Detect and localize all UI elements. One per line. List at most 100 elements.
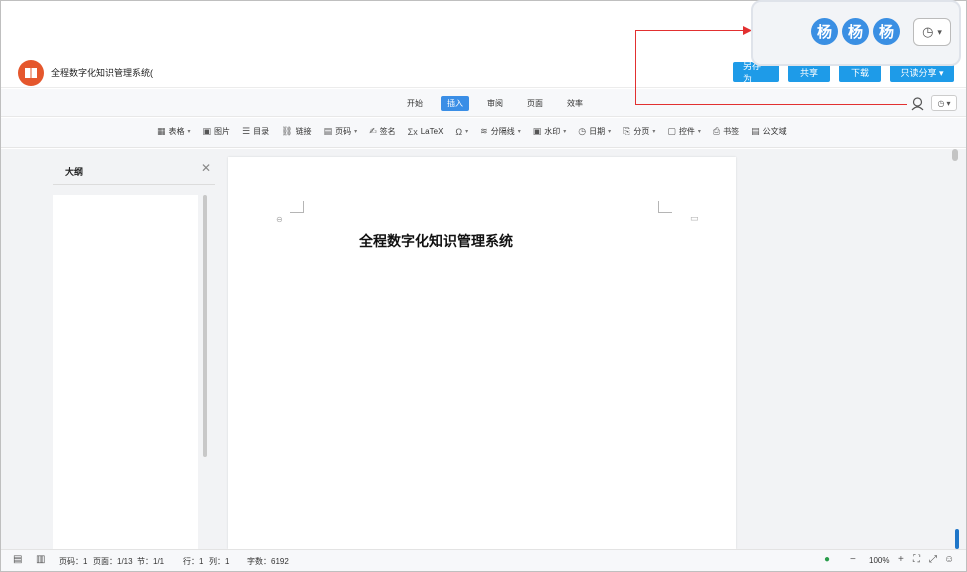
ribbon-tabs: 开始 插入 审阅 页面 效率 <box>401 96 589 111</box>
page-corner-mark <box>290 201 304 213</box>
signature-icon: ✍ <box>369 126 377 136</box>
toolbar-label: 签名 <box>379 127 396 136</box>
chevron-down-icon: ▾ <box>187 129 191 135</box>
toolbar-label: 日期 <box>589 127 606 136</box>
document-heading[interactable]: 全程数字化知识管理系统 <box>228 231 644 251</box>
page-break-icon: ⎘ <box>623 126 631 136</box>
fullscreen-icon[interactable]: ⤢ <box>929 554 937 565</box>
insert-toolbar: ▦ 表格 ▾ ▣ 图片 ☰ 目录 ⛓ 链接 ▤ 页码 ▾ ✍ 签名 Σx LaTeX Ω ▾ ≋ 分隔线 ▾ ▣ 水印 ▾ ◷ 日… <box>1 118 966 148</box>
zoom-callout: 杨 杨 杨 ◷ ▾ <box>751 0 961 66</box>
document-field-icon: ▤ <box>751 126 760 136</box>
toolbar-signature-button[interactable]: ✍ 签名 <box>369 126 396 137</box>
drag-handle-icon[interactable]: ⊖ <box>276 215 283 224</box>
document-scrollbar[interactable] <box>952 149 958 161</box>
chevron-down-icon: ▾ <box>946 98 951 108</box>
toolbar-label: 书签 <box>723 127 740 136</box>
sync-status-icon[interactable]: ● <box>824 554 830 565</box>
toolbar-bookmark-button[interactable]: ⎙ 书签 <box>713 126 739 137</box>
book-icon <box>25 68 37 78</box>
page-corner-mark <box>658 201 672 213</box>
status-word-count: 字数：6192 <box>247 557 289 566</box>
chevron-down-icon: ▾ <box>608 129 612 135</box>
toolbar-label: 页码 <box>335 127 352 136</box>
zoom-level[interactable]: 100% <box>869 556 889 565</box>
help-icon[interactable]: ☺ <box>944 554 954 565</box>
toolbar-link-button[interactable]: ⛓ 链接 <box>281 126 311 137</box>
bookmark-icon: ⎙ <box>712 126 721 136</box>
toolbar-page-break-button[interactable]: ⎘ 分页 ▾ <box>623 126 655 137</box>
toolbar-items: ▦ 表格 ▾ ▣ 图片 ☰ 目录 ⛓ 链接 ▤ 页码 ▾ ✍ 签名 Σx LaTeX Ω ▾ ≋ 分隔线 ▾ ▣ 水印 ▾ ◷ 日… <box>157 126 787 137</box>
pointer-line <box>635 104 907 105</box>
toolbar-label: 目录 <box>253 127 270 136</box>
toolbar-label: 链接 <box>295 127 312 136</box>
collaborators-icon[interactable] <box>910 96 925 111</box>
history-dropdown-small[interactable]: ◷ ▾ <box>931 95 957 111</box>
outline-panel: 大纲 ✕ <box>53 155 215 549</box>
menu-bar: 开始 插入 审阅 页面 效率 ◷ ▾ <box>1 89 966 117</box>
fit-page-icon[interactable]: ⛶ <box>913 554 920 565</box>
tab-insert[interactable]: 插入 <box>441 96 469 111</box>
toolbar-document-field-button[interactable]: ▤ 公文域 <box>751 126 787 137</box>
chevron-down-icon: ▾ <box>465 129 469 135</box>
status-row: 行：1 <box>183 557 204 566</box>
toolbar-date-button[interactable]: ◷ 日期 ▾ <box>578 126 611 137</box>
status-section: 节：1/1 <box>137 557 165 566</box>
toolbar-table-button[interactable]: ▦ 表格 ▾ <box>157 126 191 137</box>
zoom-in-icon[interactable]: + <box>898 554 904 565</box>
outline-scrollbar[interactable] <box>203 195 207 457</box>
chevron-down-icon: ▾ <box>697 129 701 135</box>
pointer-line <box>635 30 636 105</box>
outline-list[interactable] <box>53 195 198 549</box>
toolbar-label: 分隔线 <box>490 127 515 136</box>
scroll-indicator[interactable] <box>955 529 959 549</box>
toolbar-label: 分页 <box>633 127 650 136</box>
toolbar-symbol-button[interactable]: Ω ▾ <box>455 126 468 137</box>
toolbar-page-number-button[interactable]: ▤ 页码 ▾ <box>324 126 358 137</box>
pointer-line <box>635 30 751 31</box>
history-icon: ◷ <box>922 24 934 39</box>
toolbar-toc-button[interactable]: ☰ 目录 <box>242 126 269 137</box>
tab-page[interactable]: 页面 <box>521 96 549 111</box>
outline-header: 大纲 ✕ <box>53 155 215 185</box>
toc-icon: ☰ <box>242 126 251 136</box>
status-page-number: 页码：1 <box>59 557 88 566</box>
avatar[interactable]: 杨 <box>873 18 900 45</box>
document-title: 全程数字化知识管理系统( <box>51 68 153 78</box>
divider-icon: ≋ <box>480 126 488 136</box>
toolbar-label: 水印 <box>544 127 561 136</box>
date-icon: ◷ <box>578 126 587 136</box>
collaborator-avatars: 杨 杨 杨 <box>811 18 900 45</box>
tab-efficiency[interactable]: 效率 <box>561 96 589 111</box>
toolbar-label: LaTeX <box>420 127 444 136</box>
toolbar-divider-button[interactable]: ≋ 分隔线 ▾ <box>480 126 521 137</box>
tab-review[interactable]: 审阅 <box>481 96 509 111</box>
chevron-down-icon: ▾ <box>563 129 567 135</box>
toolbar-control-button[interactable]: ▢ 控件 ▾ <box>667 126 701 137</box>
toolbar-watermark-button[interactable]: ▣ 水印 ▾ <box>533 126 567 137</box>
app-logo <box>18 60 44 86</box>
toolbar-label: 控件 <box>678 127 695 136</box>
latex-icon: Σx <box>407 126 418 137</box>
toolbar-latex-button[interactable]: Σx LaTeX <box>408 126 444 137</box>
chevron-down-icon: ▾ <box>517 129 521 135</box>
zoom-out-icon[interactable]: − <box>850 554 856 565</box>
comment-icon[interactable]: ▭ <box>690 213 699 224</box>
link-icon: ⛓ <box>281 126 293 136</box>
control-icon: ▢ <box>667 126 676 136</box>
toolbar-label: 图片 <box>214 127 231 136</box>
page-view-icon[interactable]: ▤ <box>13 554 22 565</box>
avatar[interactable]: 杨 <box>811 18 838 45</box>
symbol-icon: Ω <box>455 126 463 137</box>
avatar[interactable]: 杨 <box>842 18 869 45</box>
chevron-down-icon: ▾ <box>652 129 656 135</box>
tab-start[interactable]: 开始 <box>401 96 429 111</box>
toolbar-label: 公文域 <box>762 127 787 136</box>
history-dropdown[interactable]: ◷ ▾ <box>913 18 951 46</box>
document-page[interactable]: ⊖ ▭ 全程数字化知识管理系统 <box>228 157 736 549</box>
chevron-down-icon: ▾ <box>937 26 942 37</box>
web-view-icon[interactable]: ▥ <box>36 554 45 565</box>
toolbar-image-button[interactable]: ▣ 图片 <box>203 126 231 137</box>
chevron-down-icon: ▾ <box>354 129 358 135</box>
page-number-icon: ▤ <box>323 126 333 136</box>
close-icon[interactable]: ✕ <box>201 161 211 175</box>
